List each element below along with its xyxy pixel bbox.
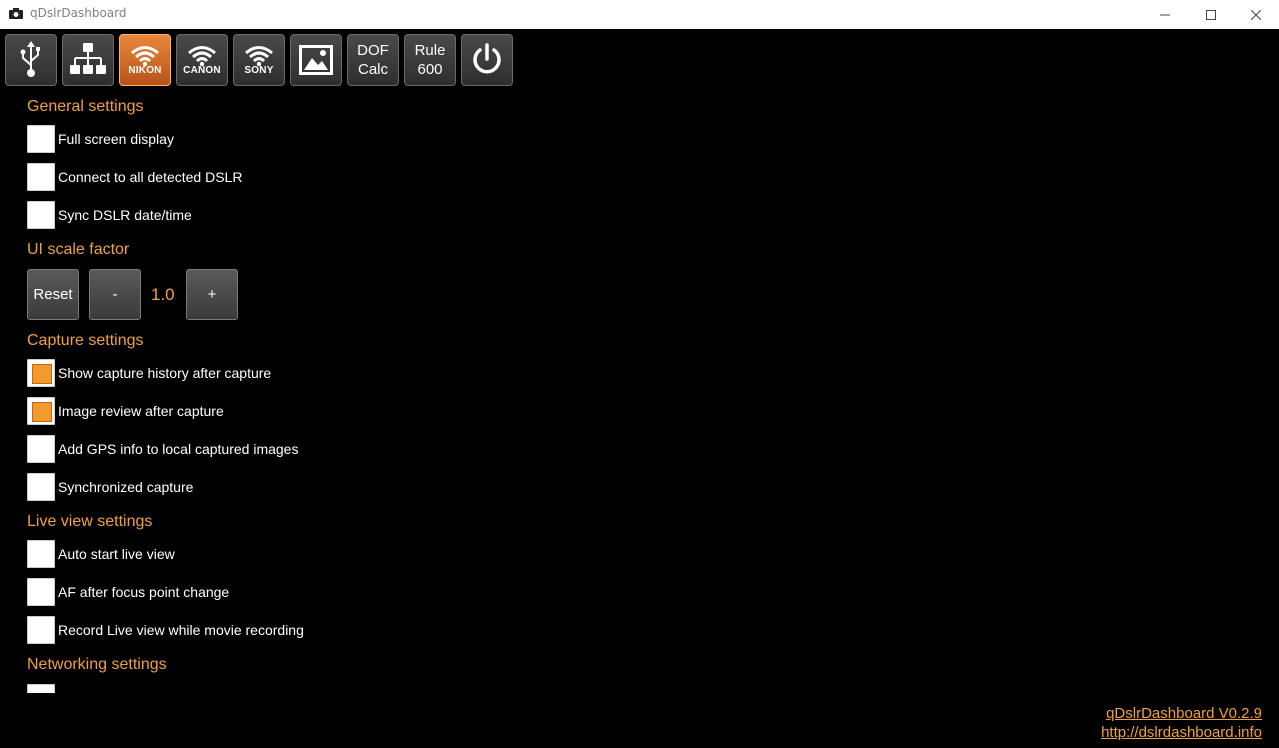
sync-datetime-label: Sync DSLR date/time: [58, 207, 192, 223]
image-review-checkbox[interactable]: [27, 397, 55, 425]
sync-capture-option[interactable]: Synchronized capture: [27, 473, 193, 501]
dof-line2: Calc: [357, 61, 388, 78]
dof-line1: DOF: [357, 42, 389, 59]
maximize-icon: [1206, 9, 1216, 20]
capture-settings-heading: Capture settings: [27, 332, 144, 349]
record-live-view-option[interactable]: Record Live view while movie recording: [27, 616, 304, 644]
af-focus-checkbox[interactable]: [27, 578, 55, 606]
minimize-icon: [1160, 14, 1170, 15]
ui-scale-heading: UI scale factor: [27, 241, 130, 258]
close-icon: [1251, 9, 1261, 20]
canon-wifi-button[interactable]: CANON: [176, 34, 228, 86]
scale-value: 1.0: [151, 285, 175, 304]
wifi-icon: [245, 45, 273, 66]
camera-icon: [9, 8, 23, 19]
rule-line1: Rule: [414, 42, 446, 59]
image-icon: [299, 45, 333, 75]
maximize-button[interactable]: [1188, 0, 1234, 29]
nikon-wifi-button[interactable]: NIKON: [119, 34, 171, 86]
capture-history-checkbox[interactable]: [27, 359, 55, 387]
sync-capture-label: Synchronized capture: [58, 479, 194, 495]
image-review-label: Image review after capture: [58, 403, 224, 419]
gps-info-label: Add GPS info to local captured images: [58, 441, 299, 457]
sync-datetime-option[interactable]: Sync DSLR date/time: [27, 201, 192, 229]
gps-info-option[interactable]: Add GPS info to local captured images: [27, 435, 298, 463]
capture-history-label: Show capture history after capture: [58, 365, 272, 381]
sony-label: SONY: [244, 64, 274, 76]
af-focus-option[interactable]: AF after focus point change: [27, 578, 229, 606]
auto-live-view-checkbox[interactable]: [27, 540, 55, 568]
sync-capture-checkbox[interactable]: [27, 473, 55, 501]
settings-panel: General settings Full screen display Con…: [0, 88, 700, 693]
wifi-icon: [188, 45, 216, 66]
connect-all-label: Connect to all detected DSLR: [58, 169, 243, 185]
rule600-button[interactable]: Rule 600: [404, 34, 456, 86]
footer-links: qDslrDashboard V0.2.9 http://dslrdashboa…: [1101, 704, 1262, 742]
network-icon: [70, 43, 106, 74]
full-screen-label: Full screen display: [58, 131, 174, 147]
auto-live-view-label: Auto start live view: [58, 546, 175, 562]
connect-all-option[interactable]: Connect to all detected DSLR: [27, 163, 242, 191]
scale-decrease-button[interactable]: -: [89, 269, 141, 320]
window-title: qDslrDashboard: [30, 6, 127, 20]
rule-line2: 600: [417, 61, 443, 78]
gallery-button[interactable]: [290, 34, 342, 86]
networking-settings-heading: Networking settings: [27, 656, 167, 673]
record-live-view-checkbox[interactable]: [27, 616, 55, 644]
gps-info-checkbox[interactable]: [27, 435, 55, 463]
record-live-view-label: Record Live view while movie recording: [58, 622, 304, 638]
website-link[interactable]: http://dslrdashboard.info: [1101, 723, 1262, 742]
af-focus-label: AF after focus point change: [58, 584, 230, 600]
image-review-option[interactable]: Image review after capture: [27, 397, 224, 425]
full-screen-checkbox[interactable]: [27, 125, 55, 153]
auto-live-view-option[interactable]: Auto start live view: [27, 540, 175, 568]
scale-reset-button[interactable]: Reset: [27, 269, 79, 320]
sync-datetime-checkbox[interactable]: [27, 201, 55, 229]
sony-wifi-button[interactable]: SONY: [233, 34, 285, 86]
canon-label: CANON: [183, 64, 221, 76]
connect-all-checkbox[interactable]: [27, 163, 55, 191]
close-button[interactable]: [1233, 0, 1279, 29]
full-screen-option[interactable]: Full screen display: [27, 125, 174, 153]
usb-icon: [20, 41, 40, 77]
dof-calc-button[interactable]: DOF Calc: [347, 34, 399, 86]
minimize-button[interactable]: [1142, 0, 1188, 29]
power-icon: [473, 43, 501, 74]
version-link[interactable]: qDslrDashboard V0.2.9: [1101, 704, 1262, 723]
capture-history-option[interactable]: Show capture history after capture: [27, 359, 271, 387]
live-view-settings-heading: Live view settings: [27, 513, 153, 530]
networking-option-partial[interactable]: [27, 684, 55, 693]
network-button[interactable]: [62, 34, 114, 86]
networking-checkbox[interactable]: [27, 684, 55, 693]
general-settings-heading: General settings: [27, 98, 144, 115]
wifi-icon: [131, 45, 159, 66]
power-button[interactable]: [461, 34, 513, 86]
nikon-label: NIKON: [128, 64, 162, 76]
scale-increase-button[interactable]: +: [186, 269, 238, 320]
title-bar: qDslrDashboard: [0, 0, 1279, 29]
usb-button[interactable]: [5, 34, 57, 86]
